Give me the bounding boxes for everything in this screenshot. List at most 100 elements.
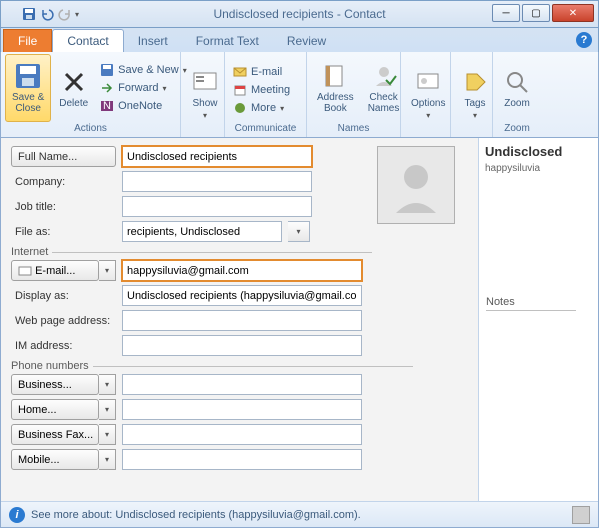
check-names-label: Check Names xyxy=(368,92,400,114)
phone-mobile-dropdown[interactable]: ▾ xyxy=(99,449,116,470)
check-names-button[interactable]: Check Names xyxy=(362,54,406,122)
notes-label: Notes xyxy=(486,296,576,311)
tags-icon xyxy=(461,68,489,96)
people-pane: Undisclosed happysiluvia xyxy=(478,138,598,527)
help-icon[interactable]: ? xyxy=(576,32,592,48)
save-close-button[interactable]: Save & Close xyxy=(5,54,51,122)
group-zoom-label: Zoom xyxy=(497,122,537,135)
im-address-label: IM address: xyxy=(11,340,116,352)
file-as-label: File as: xyxy=(11,226,116,238)
minimize-button[interactable]: ─ xyxy=(492,4,520,22)
phone-business-dropdown[interactable]: ▾ xyxy=(99,374,116,395)
email-field[interactable] xyxy=(122,260,362,281)
phone-home-field[interactable] xyxy=(122,399,362,420)
display-as-label: Display as: xyxy=(11,290,116,302)
more-icon xyxy=(233,101,247,115)
phone-mobile-button[interactable]: Mobile... xyxy=(11,449,99,470)
full-name-field[interactable] xyxy=(122,146,312,167)
group-names-label: Names xyxy=(311,122,396,135)
tab-insert[interactable]: Insert xyxy=(124,30,182,52)
file-as-dropdown[interactable]: ▾ xyxy=(288,221,310,242)
im-address-field[interactable] xyxy=(122,335,362,356)
phone-fax-dropdown[interactable]: ▾ xyxy=(99,424,116,445)
check-names-icon xyxy=(370,62,398,90)
contact-photo[interactable] xyxy=(377,146,455,224)
meeting-button[interactable]: Meeting xyxy=(229,82,294,98)
options-label: Options xyxy=(411,98,445,109)
delete-button[interactable]: Delete xyxy=(53,54,94,122)
ribbon-tabs: File Contact Insert Format Text Review ? xyxy=(0,28,599,52)
company-label: Company: xyxy=(11,176,116,188)
show-button[interactable]: Show▾ xyxy=(185,54,225,133)
show-label: Show xyxy=(192,98,217,109)
forward-button[interactable]: Forward▾ xyxy=(96,80,191,96)
delete-label: Delete xyxy=(59,98,88,109)
tab-contact[interactable]: Contact xyxy=(52,29,123,52)
status-text: See more about: Undisclosed recipients (… xyxy=(31,509,361,521)
quick-access-toolbar: ▾ xyxy=(1,6,79,22)
phone-mobile-field[interactable] xyxy=(122,449,362,470)
save-close-label: Save & Close xyxy=(12,92,44,114)
more-button[interactable]: More▾ xyxy=(229,100,294,116)
presence-icon[interactable] xyxy=(572,506,590,524)
file-as-field[interactable] xyxy=(122,221,282,242)
address-book-label: Address Book xyxy=(317,92,354,114)
title-bar: ▾ Undisclosed recipients - Contact ─ ▢ ✕ xyxy=(0,0,599,28)
undo-icon[interactable] xyxy=(39,6,55,22)
close-button[interactable]: ✕ xyxy=(552,4,594,22)
group-actions-label: Actions xyxy=(5,122,176,135)
forward-icon xyxy=(100,81,114,95)
tab-review[interactable]: Review xyxy=(273,30,340,52)
phone-fax-field[interactable] xyxy=(122,424,362,445)
address-book-button[interactable]: Address Book xyxy=(311,54,360,122)
phone-home-button[interactable]: Home... xyxy=(11,399,99,420)
phone-business-button[interactable]: Business... xyxy=(11,374,99,395)
email-button[interactable]: E-mail xyxy=(229,64,294,80)
status-bar: i See more about: Undisclosed recipients… xyxy=(1,501,598,527)
group-communicate-label: Communicate xyxy=(229,122,302,135)
tab-file[interactable]: File xyxy=(3,29,52,52)
redo-icon[interactable] xyxy=(57,6,73,22)
phone-business-field[interactable] xyxy=(122,374,362,395)
options-icon xyxy=(414,68,442,96)
zoom-label: Zoom xyxy=(504,98,530,109)
contact-form: Full Name... Company: Job title: File as… xyxy=(0,138,599,528)
show-icon xyxy=(191,68,219,96)
save-icon[interactable] xyxy=(21,6,37,22)
display-as-field[interactable] xyxy=(122,285,362,306)
window-title: Undisclosed recipients - Contact xyxy=(213,7,385,21)
email-type-button[interactable]: E-mail... xyxy=(11,260,99,281)
save-new-button[interactable]: Save & New▾ xyxy=(96,62,191,78)
people-pane-name: Undisclosed xyxy=(485,144,592,159)
web-page-label: Web page address: xyxy=(11,315,116,327)
svg-text:N: N xyxy=(103,100,111,112)
full-name-button[interactable]: Full Name... xyxy=(11,146,116,167)
tags-button[interactable]: Tags▾ xyxy=(455,54,495,133)
company-field[interactable] xyxy=(122,171,312,192)
qat-customize-icon[interactable]: ▾ xyxy=(75,10,79,19)
save-close-icon xyxy=(14,62,42,90)
phone-home-dropdown[interactable]: ▾ xyxy=(99,399,116,420)
ribbon: Save & Close Delete Save & New▾ Forward▾… xyxy=(0,52,599,138)
save-new-icon xyxy=(100,63,114,77)
address-book-icon xyxy=(321,62,349,90)
delete-icon xyxy=(60,68,88,96)
meeting-icon xyxy=(233,83,247,97)
zoom-button[interactable]: Zoom xyxy=(497,54,537,122)
zoom-icon xyxy=(503,68,531,96)
email-type-dropdown[interactable]: ▾ xyxy=(99,260,116,281)
options-button[interactable]: Options▾ xyxy=(405,54,451,133)
onenote-button[interactable]: NOneNote xyxy=(96,98,191,114)
card-icon xyxy=(18,264,32,278)
tags-label: Tags xyxy=(464,98,485,109)
phone-fax-button[interactable]: Business Fax... xyxy=(11,424,99,445)
job-title-label: Job title: xyxy=(11,201,116,213)
tab-format-text[interactable]: Format Text xyxy=(182,30,273,52)
web-page-field[interactable] xyxy=(122,310,362,331)
email-icon xyxy=(233,65,247,79)
maximize-button[interactable]: ▢ xyxy=(522,4,550,22)
info-icon: i xyxy=(9,507,25,523)
people-pane-email: happysiluvia xyxy=(485,163,592,174)
onenote-icon: N xyxy=(100,99,114,113)
job-title-field[interactable] xyxy=(122,196,312,217)
